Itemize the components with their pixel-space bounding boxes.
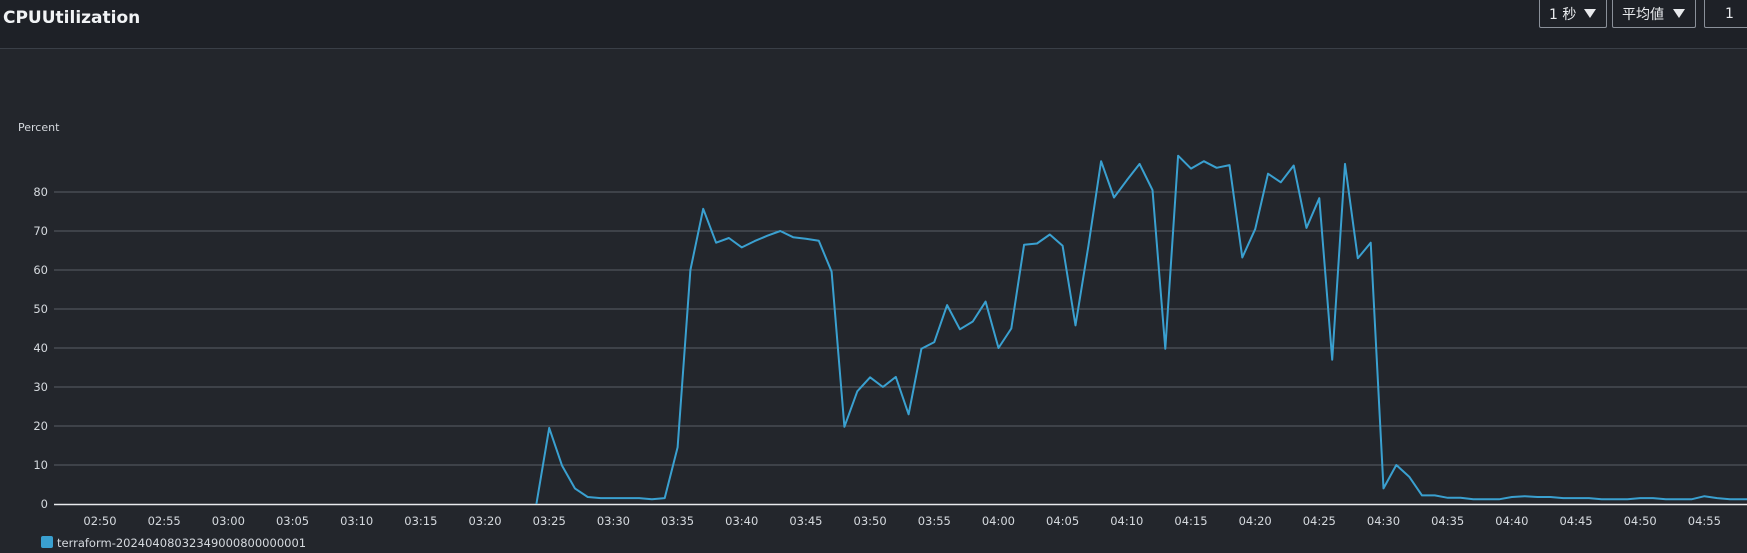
x-tick-label: 03:50 (854, 514, 887, 528)
y-tick-label: 80 (33, 185, 48, 199)
x-tick-label: 04:35 (1431, 514, 1464, 528)
series-line-cpu (535, 154, 1747, 505)
period-value: 1 秒 (1549, 6, 1577, 23)
y-tick-label: 60 (33, 263, 48, 277)
x-tick-label: 04:20 (1239, 514, 1272, 528)
statistic-dropdown[interactable]: 平均値 (1612, 0, 1696, 28)
x-tick-label: 03:45 (789, 514, 822, 528)
x-tick-label: 04:25 (1303, 514, 1336, 528)
x-tick-label: 03:00 (212, 514, 245, 528)
y-axis-label: Percent (18, 121, 60, 134)
x-tick-label: 02:50 (83, 514, 116, 528)
x-tick-label: 03:55 (918, 514, 951, 528)
extra-value: 1 (1725, 5, 1734, 22)
legend-series-name: terraform-20240408032349000800000001 (57, 536, 306, 550)
x-tick-label: 04:15 (1174, 514, 1207, 528)
y-tick-label: 50 (33, 302, 48, 316)
x-tick-label: 04:55 (1688, 514, 1721, 528)
cpu-utilization-widget: CPUUtilization 1 秒 平均値 1 0 10 20 30 40 50 60 70… (0, 0, 1747, 553)
x-tick-label: 03:15 (404, 514, 437, 528)
y-tick-label: 30 (33, 380, 48, 394)
widget-header: CPUUtilization 1 秒 平均値 1 (0, 0, 1747, 49)
x-tick-label: 03:05 (276, 514, 309, 528)
period-dropdown[interactable]: 1 秒 (1539, 0, 1607, 28)
x-tick-label: 04:40 (1495, 514, 1528, 528)
x-tick-label: 04:05 (1046, 514, 1079, 528)
x-tick-labels: 02:50 02:55 03:00 03:05 03:10 03:15 03:20 03:25… (83, 514, 1721, 528)
x-tick-label: 03:40 (725, 514, 758, 528)
gridlines (54, 191, 1747, 466)
x-tick-label: 03:10 (340, 514, 373, 528)
y-tick-label: 0 (41, 497, 48, 511)
y-tick-labels: 0 10 20 30 40 50 60 70 80 (33, 185, 48, 511)
y-tick-label: 70 (33, 224, 48, 238)
caret-down-icon (1673, 9, 1685, 18)
x-tick-label: 04:30 (1367, 514, 1400, 528)
extra-dropdown[interactable]: 1 (1704, 0, 1747, 28)
x-tick-label: 03:25 (533, 514, 566, 528)
x-tick-label: 04:00 (982, 514, 1015, 528)
y-tick-label: 20 (33, 419, 48, 433)
statistic-value: 平均値 (1622, 6, 1664, 23)
legend[interactable]: terraform-20240408032349000800000001 (41, 536, 306, 550)
x-tick-label: 03:20 (468, 514, 501, 528)
line-chart: 0 10 20 30 40 50 60 70 80 02:50 02:55 03:00 03:05 03… (18, 121, 1747, 550)
caret-down-icon (1584, 9, 1596, 18)
legend-swatch (41, 536, 53, 548)
x-tick-label: 03:35 (661, 514, 694, 528)
x-tick-label: 02:55 (148, 514, 181, 528)
y-tick-label: 40 (33, 341, 48, 355)
x-tick-label: 04:45 (1559, 514, 1592, 528)
y-tick-label: 10 (33, 458, 48, 472)
x-tick-label: 04:50 (1624, 514, 1657, 528)
widget-title: CPUUtilization (3, 8, 141, 28)
x-tick-label: 04:10 (1110, 514, 1143, 528)
x-tick-label: 03:30 (597, 514, 630, 528)
